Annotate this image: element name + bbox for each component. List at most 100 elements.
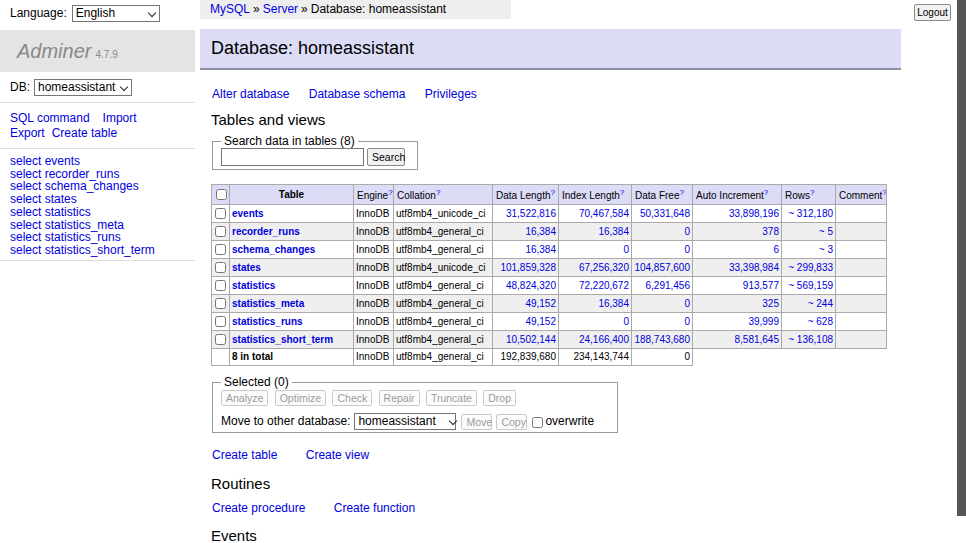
comment-cell — [836, 241, 887, 259]
breadcrumb-separator: » — [253, 2, 260, 16]
total-index-length-cell: 234,143,744 — [559, 349, 632, 366]
breadcrumb-separator: » — [301, 2, 308, 16]
check-button[interactable]: Check — [332, 390, 372, 406]
table-link[interactable]: statistics — [232, 280, 275, 291]
select-all-checkbox[interactable] — [216, 189, 227, 200]
row-checkbox[interactable] — [215, 244, 226, 255]
table-name-cell: recorder_runs — [230, 223, 354, 241]
col-data-length: Data Length? — [493, 185, 559, 205]
row-checkbox[interactable] — [215, 334, 226, 345]
analyze-button[interactable]: Analyze — [221, 390, 268, 406]
create-table-link-bottom[interactable]: Create table — [212, 448, 277, 462]
col-engine: Engine? — [354, 185, 394, 205]
breadcrumb: MySQL»Server»Database: homeassistant — [200, 0, 511, 19]
sidebar-item-select-states[interactable]: select states — [10, 193, 195, 206]
table-link[interactable]: statistics_meta — [232, 298, 304, 309]
drop-button[interactable]: Drop — [483, 390, 516, 406]
optimize-button[interactable]: Optimize — [275, 390, 326, 406]
truncate-button[interactable]: Truncate — [426, 390, 477, 406]
sql-command-link[interactable]: SQL command — [10, 111, 90, 125]
breadcrumb-mysql[interactable]: MySQL — [210, 2, 250, 16]
create-view-link[interactable]: Create view — [306, 448, 369, 462]
table-link[interactable]: statistics_short_term — [232, 334, 333, 345]
row-checkbox[interactable] — [215, 262, 226, 273]
col-table: Table — [230, 185, 354, 205]
comment-cell — [836, 205, 887, 223]
table-link[interactable]: schema_changes — [232, 244, 315, 255]
row-checkbox-cell — [212, 277, 230, 295]
collation-help-link[interactable]: ? — [436, 188, 440, 197]
auto-increment-cell: 39,999 — [693, 313, 782, 331]
auto-increment-cell: 6 — [693, 241, 782, 259]
search-input[interactable] — [221, 148, 364, 166]
engine-cell: InnoDB — [354, 223, 394, 241]
row-checkbox[interactable] — [215, 298, 226, 309]
tables-tbody: eventsInnoDButf8mb4_unicode_ci31,522,816… — [212, 205, 887, 366]
move-db-select[interactable]: homeassistant — [354, 413, 456, 430]
create-function-link[interactable]: Create function — [334, 501, 415, 515]
collation-cell: utf8mb4_general_ci — [394, 331, 493, 349]
rows-cell: ~ 136,108 — [782, 331, 836, 349]
row-checkbox[interactable] — [215, 316, 226, 327]
db-select[interactable]: homeassistant — [34, 79, 132, 96]
auto-increment-help-link[interactable]: ? — [764, 188, 768, 197]
engine-cell: InnoDB — [354, 241, 394, 259]
table-name-cell: statistics_runs — [230, 313, 354, 331]
adminer-logo: Adminer4.7.9 — [0, 30, 195, 72]
sidebar-item-select-statistics-short-term[interactable]: select statistics_short_term — [10, 244, 195, 257]
move-button[interactable]: Move — [461, 414, 492, 430]
routines-heading: Routines — [211, 475, 966, 493]
database-schema-link[interactable]: Database schema — [309, 87, 406, 101]
alter-database-link[interactable]: Alter database — [212, 87, 289, 101]
logout-button[interactable]: Logout — [914, 4, 951, 21]
scrollbar[interactable] — [957, 0, 966, 516]
index-length-cell: 0 — [559, 313, 632, 331]
create-procedure-link[interactable]: Create procedure — [212, 501, 305, 515]
overwrite-checkbox[interactable] — [532, 417, 543, 428]
engine-cell: InnoDB — [354, 331, 394, 349]
selected-legend: Selected (0) — [221, 376, 292, 388]
comment-help-link[interactable]: ? — [882, 188, 886, 197]
engine-help-link[interactable]: ? — [388, 188, 392, 197]
table-link[interactable]: states — [232, 262, 261, 273]
col-collation: Collation? — [394, 185, 493, 205]
sidebar-item-select-events[interactable]: select events — [10, 155, 195, 168]
index-length-help-link[interactable]: ? — [620, 188, 624, 197]
language-select[interactable]: English — [72, 5, 160, 22]
table-link[interactable]: events — [232, 208, 264, 219]
rows-help-link[interactable]: ? — [810, 188, 814, 197]
collation-cell: utf8mb4_general_ci — [394, 223, 493, 241]
table-row: statistics_short_term InnoDButf8mb4_gener… — [212, 331, 887, 349]
total-collation-cell: utf8mb4_general_ci — [394, 349, 493, 366]
breadcrumb-server[interactable]: Server — [263, 2, 298, 16]
language-label: Language: — [10, 6, 67, 20]
index-length-cell: 0 — [559, 241, 632, 259]
col-comment: Comment? — [836, 185, 887, 205]
repair-button[interactable]: Repair — [379, 390, 420, 406]
create-table-link[interactable]: Create table — [52, 126, 117, 140]
row-checkbox[interactable] — [215, 226, 226, 237]
export-link[interactable]: Export — [10, 126, 45, 140]
data-length-help-link[interactable]: ? — [551, 188, 555, 197]
auto-increment-cell: 325 — [693, 295, 782, 313]
data-free-cell: 0 — [632, 295, 693, 313]
row-checkbox[interactable] — [215, 208, 226, 219]
total-engine-cell: InnoDB — [354, 349, 394, 366]
data-length-cell: 10,502,144 — [493, 331, 559, 349]
collation-cell: utf8mb4_unicode_ci — [394, 259, 493, 277]
table-link[interactable]: recorder_runs — [232, 226, 300, 237]
copy-button[interactable]: Copy — [496, 414, 527, 430]
import-link[interactable]: Import — [103, 111, 137, 125]
data-free-help-link[interactable]: ? — [679, 188, 683, 197]
sidebar-item-select-statistics[interactable]: select statistics — [10, 206, 195, 219]
search-button[interactable]: Search — [367, 148, 405, 166]
row-checkbox[interactable] — [215, 280, 226, 291]
breadcrumb-current: Database: homeassistant — [311, 2, 446, 16]
page-title: Database: homeassistant — [200, 29, 901, 70]
table-row: statistics_metaInnoDButf8mb4_general_ci4… — [212, 295, 887, 313]
col-index-length: Index Length? — [559, 185, 632, 205]
data-free-cell: 50,331,648 — [632, 205, 693, 223]
privileges-link[interactable]: Privileges — [425, 87, 477, 101]
comment-cell — [836, 259, 887, 277]
table-link[interactable]: statistics_runs — [232, 316, 303, 327]
